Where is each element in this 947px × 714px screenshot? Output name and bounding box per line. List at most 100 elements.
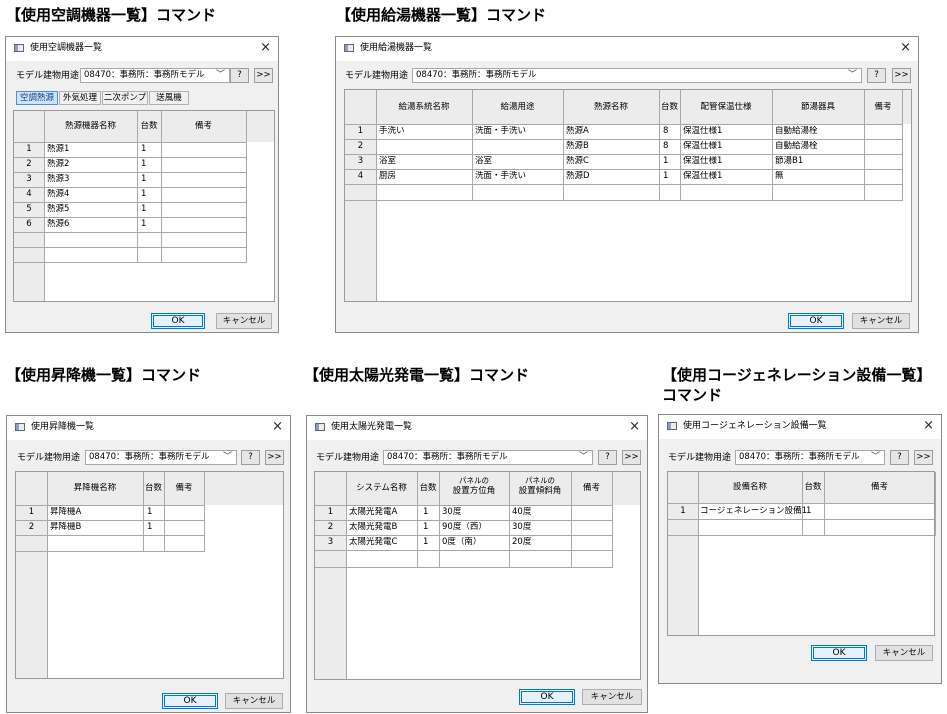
column-header[interactable]: 備考 (864, 102, 902, 113)
grid-cell[interactable]: 熱源D (566, 171, 590, 182)
pv-grid[interactable]: システム名称 台数 パネルの 設置方位角 パネルの 設置傾斜角 備考 1 太陽光… (314, 471, 641, 680)
grid-cell[interactable]: 昇降機A (50, 507, 81, 518)
model-select[interactable]: 08470：事務所：事務所モデル ﹀ (85, 450, 237, 465)
column-header[interactable]: 備考 (571, 483, 612, 494)
column-header[interactable]: 昇降機名称 (47, 483, 143, 494)
grid-cell[interactable]: 40度 (512, 507, 531, 518)
grid-cell[interactable]: 熱源4 (47, 189, 69, 200)
elevator-grid[interactable]: 昇降機名称 台数 備考 1 昇降機A 1 2 昇降機B 1 (15, 471, 284, 679)
tab-fan[interactable]: 送風機 (149, 91, 189, 105)
grid-cell[interactable]: 1 (141, 204, 146, 215)
column-header[interactable]: 配管保温仕様 (680, 102, 772, 113)
cancel-button[interactable]: キャンセル (875, 645, 933, 661)
grid-cell[interactable]: 熱源3 (47, 174, 69, 185)
grid-cell[interactable]: 浴室 (475, 156, 492, 167)
grid-cell[interactable]: 太陽光発電B (349, 522, 397, 533)
ok-button[interactable]: OK (788, 313, 844, 329)
model-select[interactable]: 08470：事務所：事務所モデル ﹀ (412, 68, 862, 83)
column-header[interactable]: 備考 (161, 121, 246, 132)
column-header[interactable]: 設備名称 (698, 482, 802, 493)
grid-cell[interactable]: 8 (663, 126, 668, 137)
grid-cell[interactable]: 手洗い (379, 126, 405, 137)
grid-cell[interactable]: 熱源B (566, 141, 589, 152)
close-icon[interactable]: × (260, 40, 271, 56)
expand-button[interactable]: >> (622, 450, 641, 465)
help-button[interactable]: ? (241, 450, 260, 465)
grid-cell[interactable]: 20度 (512, 537, 531, 548)
column-header[interactable]: 台数 (802, 482, 824, 493)
help-button[interactable]: ? (230, 68, 249, 83)
model-select[interactable]: 08470：事務所：事務所モデル ﹀ (80, 68, 230, 83)
help-button[interactable]: ? (598, 450, 617, 465)
ok-button[interactable]: OK (162, 693, 218, 709)
grid-cell[interactable]: 1 (423, 522, 428, 533)
ok-button[interactable]: OK (519, 689, 575, 705)
model-select[interactable]: 08470：事務所：事務所モデル ﹀ (735, 450, 885, 465)
grid-cell[interactable]: 1 (141, 219, 146, 230)
grid-cell[interactable]: 昇降機B (50, 522, 81, 533)
grid-cell[interactable]: 保温仕様1 (683, 156, 722, 167)
tab-heat-source[interactable]: 空調熱源 (16, 91, 58, 105)
grid-cell[interactable]: 厨房 (379, 171, 396, 182)
column-header[interactable]: 台数 (137, 121, 161, 132)
grid-cell[interactable]: コージェネレーション設備1 (700, 506, 807, 517)
grid-cell[interactable]: 熱源1 (47, 144, 69, 155)
grid-cell[interactable]: 熱源2 (47, 159, 69, 170)
cancel-button[interactable]: キャンセル (225, 693, 283, 709)
column-header[interactable]: 給湯系統名称 (376, 102, 472, 113)
help-button[interactable]: ? (867, 68, 886, 83)
grid-cell[interactable]: 1 (806, 506, 811, 517)
grid-cell[interactable]: 保温仕様1 (683, 141, 722, 152)
cogeneration-grid[interactable]: 設備名称 台数 備考 1 コージェネレーション設備1 1 (667, 471, 936, 636)
grid-cell[interactable]: 90度（西） (442, 522, 487, 533)
grid-cell[interactable]: 1 (141, 174, 146, 185)
grid-cell[interactable]: 1 (423, 537, 428, 548)
column-header[interactable]: 備考 (164, 483, 204, 494)
cancel-button[interactable]: キャンセル (216, 313, 272, 329)
grid-cell[interactable]: 1 (141, 189, 146, 200)
grid-cell[interactable]: 太陽光発電A (349, 507, 397, 518)
expand-button[interactable]: >> (254, 68, 273, 83)
column-header[interactable]: 設置方位角 (439, 486, 509, 497)
column-header[interactable]: 設置傾斜角 (509, 486, 571, 497)
grid-cell[interactable]: 30度 (512, 522, 531, 533)
grid-cell[interactable]: 無 (775, 171, 784, 182)
tab-outdoor-air[interactable]: 外気処理 (59, 91, 101, 105)
cancel-button[interactable]: キャンセル (852, 313, 910, 329)
close-icon[interactable]: × (629, 419, 640, 435)
grid-cell[interactable]: 浴室 (379, 156, 396, 167)
grid-cell[interactable]: 熱源A (566, 126, 589, 137)
grid-cell[interactable]: 1 (663, 171, 668, 182)
grid-cell[interactable]: 節湯B1 (775, 156, 803, 167)
grid-cell[interactable]: 1 (663, 156, 668, 167)
grid-cell[interactable]: 1 (147, 522, 152, 533)
model-select[interactable]: 08470：事務所：事務所モデル ﹀ (383, 450, 593, 465)
grid-cell[interactable]: 1 (141, 159, 146, 170)
close-icon[interactable]: × (923, 418, 934, 434)
grid-cell[interactable]: 洗面・手洗い (475, 171, 526, 182)
column-header[interactable]: 台数 (417, 483, 439, 494)
column-header[interactable]: 給湯用途 (472, 102, 563, 113)
grid-cell[interactable]: 1 (147, 507, 152, 518)
expand-button[interactable]: >> (914, 450, 933, 465)
cancel-button[interactable]: キャンセル (582, 689, 642, 705)
grid-cell[interactable]: 保温仕様1 (683, 126, 722, 137)
grid-cell[interactable]: 自動給湯栓 (775, 126, 818, 137)
grid-cell[interactable]: 洗面・手洗い (475, 126, 526, 137)
help-button[interactable]: ? (890, 450, 909, 465)
grid-cell[interactable]: 1 (141, 144, 146, 155)
column-header[interactable]: 台数 (143, 483, 164, 494)
column-header[interactable]: 熱源名称 (563, 102, 659, 113)
grid-cell[interactable]: 保温仕様1 (683, 171, 722, 182)
column-header[interactable]: 熱源機器名称 (44, 121, 137, 132)
column-header[interactable]: 備考 (824, 482, 935, 493)
grid-cell[interactable]: 熱源6 (47, 219, 69, 230)
ok-button[interactable]: OK (811, 645, 867, 661)
ok-button[interactable]: OK (151, 313, 205, 329)
grid-cell[interactable]: 太陽光発電C (349, 537, 397, 548)
grid-cell[interactable]: 1 (423, 507, 428, 518)
hot-water-grid[interactable]: 給湯系統名称 給湯用途 熱源名称 台数 配管保温仕様 節湯器具 備考 1 手洗い… (344, 89, 912, 302)
close-icon[interactable]: × (900, 40, 911, 56)
close-icon[interactable]: × (272, 419, 283, 435)
heat-source-grid[interactable]: 熱源機器名称 台数 備考 1 熱源1 1 2 熱源2 1 3 熱源3 1 4 熱… (13, 110, 275, 302)
